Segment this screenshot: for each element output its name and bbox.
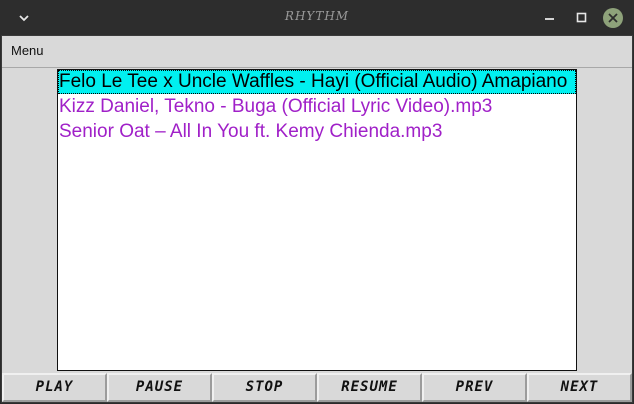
playlist-item[interactable]: Kizz Daniel, Tekno - Buga (Official Lyri…	[58, 95, 576, 119]
resume-button[interactable]: RESUME	[317, 373, 422, 402]
stop-button[interactable]: STOP	[212, 373, 317, 402]
maximize-icon[interactable]	[573, 9, 591, 27]
minimize-icon[interactable]	[541, 9, 559, 27]
playlist-listbox[interactable]: Felo Le Tee x Uncle Waffles - Hayi (Offi…	[57, 69, 577, 371]
next-button[interactable]: NEXT	[527, 373, 632, 402]
playback-controls: PLAY PAUSE STOP RESUME PREV NEXT	[2, 373, 632, 402]
menu-bar: Menu	[2, 37, 632, 68]
play-button[interactable]: PLAY	[2, 373, 107, 402]
close-button[interactable]	[603, 8, 623, 28]
close-icon	[608, 13, 618, 23]
playlist-item-selected[interactable]: Felo Le Tee x Uncle Waffles - Hayi (Offi…	[58, 70, 576, 94]
menu-button[interactable]: Menu	[11, 43, 44, 58]
pause-button[interactable]: PAUSE	[107, 373, 212, 402]
playlist-item[interactable]: Senior Oat – All In You ft. Kemy Chienda…	[58, 120, 576, 144]
window-title: RHYTHM	[284, 9, 350, 23]
prev-button[interactable]: PREV	[422, 373, 527, 402]
title-bar: RHYTHM	[0, 0, 634, 35]
